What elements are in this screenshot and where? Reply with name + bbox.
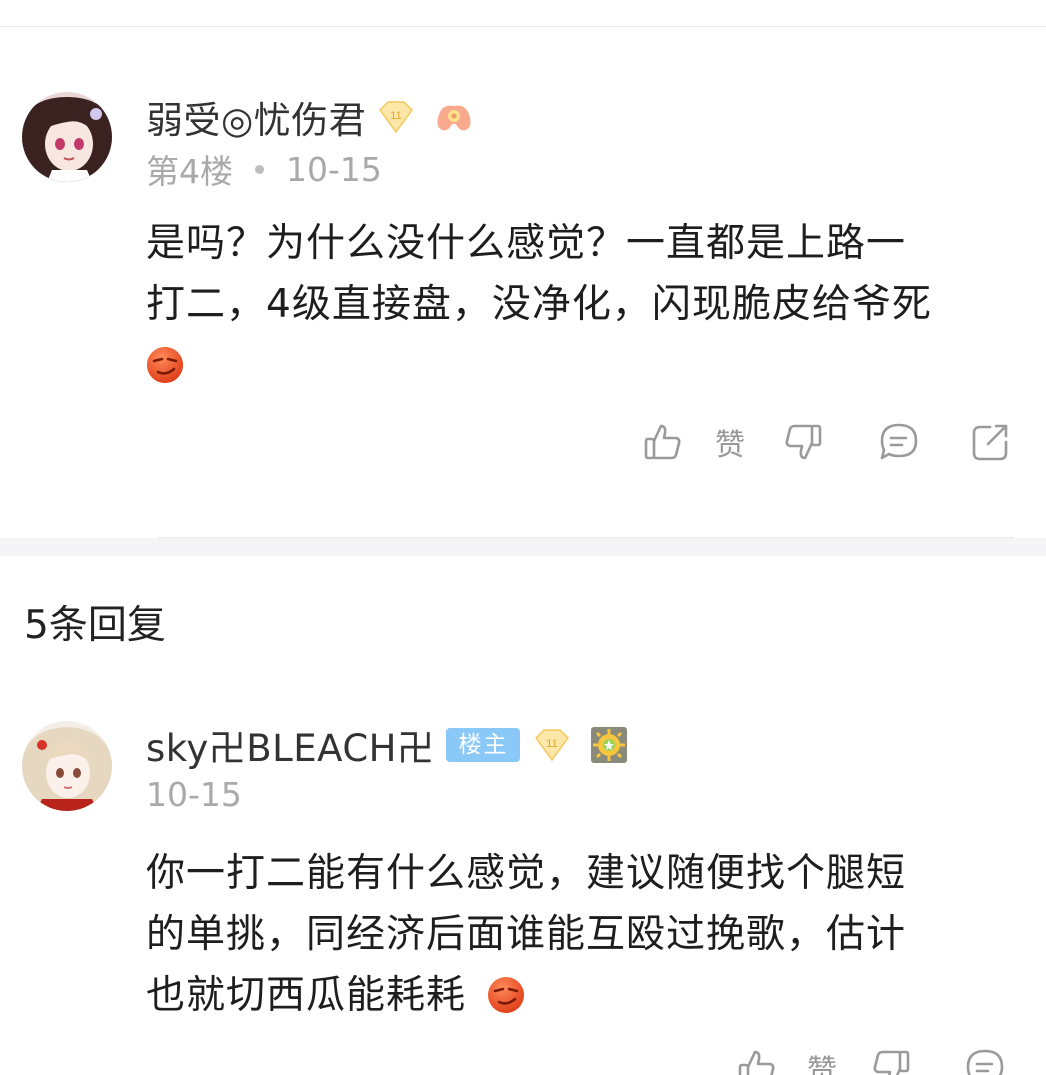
owner-badge: 楼主 xyxy=(446,728,521,762)
section-gap xyxy=(0,538,1046,556)
reply-username[interactable]: sky卍BLEACH卍 xyxy=(146,718,434,772)
gamepad-icon xyxy=(434,100,474,134)
content-line: 你一打二能有什么感觉，建议随便找个腿短 xyxy=(146,851,907,896)
separator-dot xyxy=(255,164,264,174)
top-divider xyxy=(0,26,1046,27)
thumbs-up-icon[interactable] xyxy=(737,1048,777,1075)
like-label[interactable]: 赞 xyxy=(715,420,745,464)
avatar[interactable] xyxy=(22,92,112,182)
post-date: 10-15 xyxy=(286,149,382,189)
sun-badge-icon xyxy=(590,726,628,764)
share-icon[interactable] xyxy=(970,422,1010,462)
smirk-emoji-icon xyxy=(487,971,525,1013)
username[interactable]: 弱受◎忧伤君 xyxy=(146,90,366,144)
thumbs-down-icon[interactable] xyxy=(783,422,823,462)
svg-text:11: 11 xyxy=(391,110,402,122)
content-line: 打二，4级直接盘，没净化，闪现脆皮给爷死 xyxy=(146,282,932,327)
thumbs-down-icon[interactable] xyxy=(871,1048,911,1075)
level-gem-icon: 11 xyxy=(376,100,416,134)
thumbs-up-icon[interactable] xyxy=(643,422,683,462)
replies-count-title: 5条回复 xyxy=(24,603,166,648)
content-line: 的单挑，同经济后面谁能互殴过挽歌，估计 xyxy=(146,912,907,957)
reply-date: 10-15 xyxy=(146,775,242,814)
floor-number: 第4楼 xyxy=(146,152,233,191)
comment-icon[interactable] xyxy=(965,1048,1005,1075)
content-line: 是吗？为什么没什么感觉？一直都是上路一 xyxy=(146,221,907,266)
smirk-emoji-icon xyxy=(146,341,184,383)
reply-avatar[interactable] xyxy=(22,721,112,811)
like-label[interactable]: 赞 xyxy=(807,1046,837,1075)
post-content: 是吗？为什么没什么感觉？一直都是上路一 打二，4级直接盘，没净化，闪现脆皮给爷死 xyxy=(146,213,932,396)
svg-text:11: 11 xyxy=(547,738,558,750)
content-line: 也就切西瓜能耗耗 xyxy=(146,973,467,1018)
level-gem-icon: 11 xyxy=(532,728,572,762)
reply-content: 你一打二能有什么感觉，建议随便找个腿短 的单挑，同经济后面谁能互殴过挽歌，估计 … xyxy=(146,843,906,1026)
comment-icon[interactable] xyxy=(879,422,919,462)
